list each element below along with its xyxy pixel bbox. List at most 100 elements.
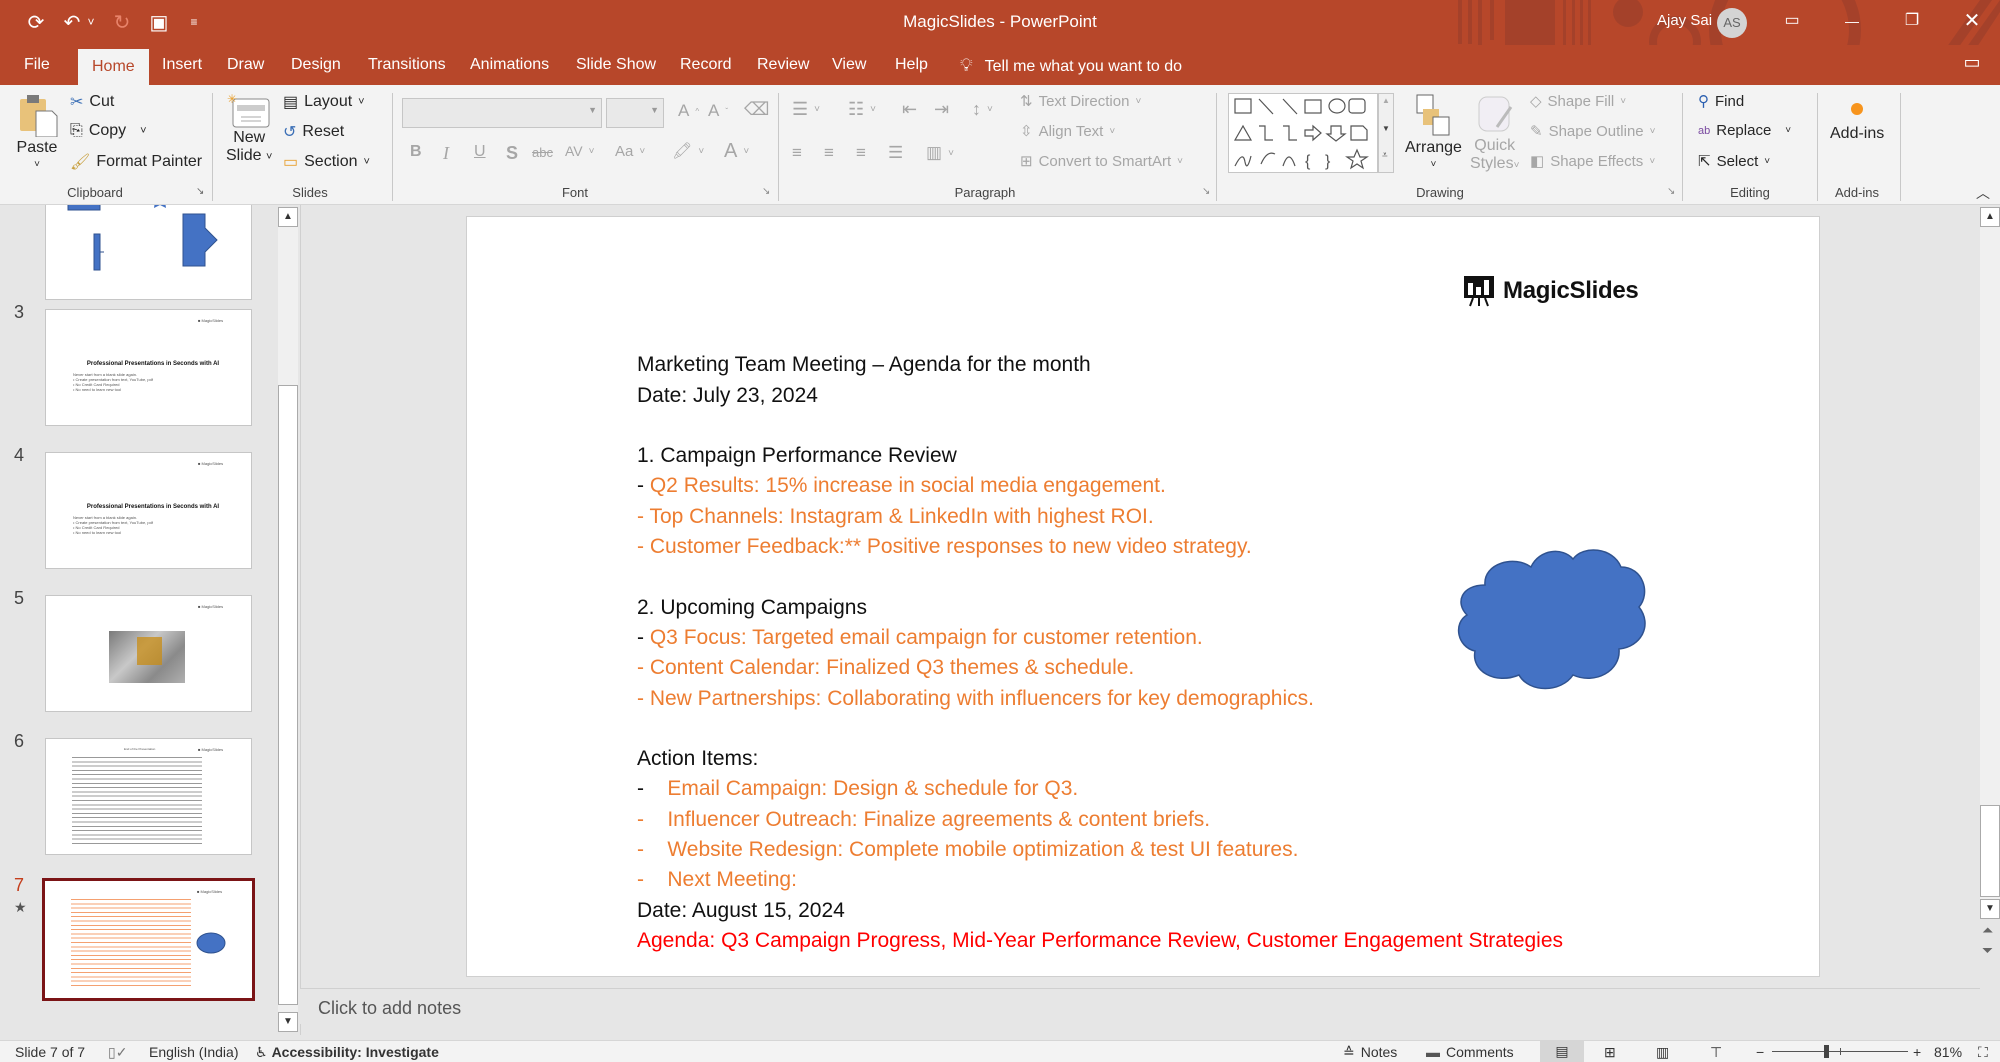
- tab-transitions[interactable]: Transitions: [358, 45, 456, 85]
- spelling-check-icon[interactable]: ▯✓: [108, 1044, 127, 1061]
- previous-slide-icon[interactable]: ⏶: [1982, 922, 1993, 939]
- zoom-in-button[interactable]: +: [1913, 1044, 1921, 1060]
- italic-button[interactable]: I: [443, 143, 449, 164]
- find-button[interactable]: ⚲ Find: [1698, 92, 1744, 111]
- user-name[interactable]: Ajay Sai: [1657, 12, 1712, 29]
- scroll-down-button[interactable]: ▼: [1980, 899, 2000, 919]
- increase-indent-button[interactable]: ⇥: [934, 99, 949, 120]
- shapes-gallery[interactable]: {}: [1228, 93, 1378, 173]
- cloud-shape[interactable]: [1455, 545, 1653, 691]
- accessibility-checker[interactable]: ♿︎ Accessibility: Investigate: [255, 1044, 439, 1061]
- slide-canvas[interactable]: MagicSlides Marketing Team Meeting – Age…: [466, 216, 1820, 977]
- text-direction-button[interactable]: ⇅ Text Direction ˅: [1020, 92, 1141, 111]
- convert-smartart-button[interactable]: ⊞ Convert to SmartArt ˅: [1020, 152, 1183, 171]
- comments-icon[interactable]: ▭: [1952, 47, 1992, 77]
- quick-styles-button[interactable]: Quick Styles˅: [1470, 93, 1519, 173]
- slide-sorter-button[interactable]: ⊞: [1604, 1044, 1616, 1061]
- slide-thumbnail-5[interactable]: ■ MagicSlides: [45, 595, 252, 712]
- bullets-button[interactable]: ☰ ˅: [792, 99, 820, 120]
- slide-thumbnail-6[interactable]: ■ MagicSlides End of the Presentation: [45, 738, 252, 855]
- reset-button[interactable]: ↺ Reset: [283, 122, 344, 142]
- columns-button[interactable]: ▥ ˅: [926, 143, 954, 163]
- shape-outline-button[interactable]: ✎ Shape Outline ˅: [1530, 122, 1656, 141]
- zoom-level[interactable]: 81%: [1934, 1044, 1962, 1060]
- font-color-button[interactable]: A ˅: [724, 140, 749, 163]
- decrease-indent-button[interactable]: ⇤: [902, 99, 917, 120]
- collapse-ribbon-icon[interactable]: ︿: [1976, 183, 1990, 203]
- numbering-button[interactable]: ☷ ˅: [848, 99, 876, 120]
- restore-button[interactable]: ❐: [1892, 6, 1932, 36]
- thumbnail-scrollbar[interactable]: ▲ ▼: [278, 207, 298, 1032]
- notes-pane[interactable]: Click to add notes: [300, 988, 1980, 1024]
- slide-text-box[interactable]: Marketing Team Meeting – Agenda for the …: [637, 320, 1563, 1017]
- replace-button[interactable]: ab Replace ˅: [1698, 122, 1791, 139]
- slide-thumbnail-4[interactable]: ■ MagicSlides Professional Presentations…: [45, 452, 252, 569]
- tab-animations[interactable]: Animations: [460, 45, 559, 85]
- increase-font-size-button[interactable]: A ^: [678, 101, 699, 121]
- strikethrough-button[interactable]: abc: [532, 145, 553, 160]
- paste-button[interactable]: Paste ˅: [16, 93, 58, 170]
- addins-button[interactable]: Add-ins: [1830, 103, 1884, 143]
- tab-review[interactable]: Review: [747, 45, 819, 85]
- zoom-slider-thumb[interactable]: [1823, 1045, 1829, 1058]
- user-avatar[interactable]: AS: [1717, 8, 1747, 38]
- slideshow-view-button[interactable]: ⊤: [1710, 1044, 1722, 1061]
- ribbon-display-options-icon[interactable]: ▭: [1772, 6, 1812, 36]
- shape-effects-button[interactable]: ◧ Shape Effects ˅: [1530, 152, 1655, 171]
- character-spacing-button[interactable]: AV ˅: [565, 143, 594, 159]
- change-case-button[interactable]: Aa ˅: [615, 143, 645, 160]
- scroll-thumb[interactable]: [278, 385, 298, 1005]
- arrange-button[interactable]: Arrange ˅: [1405, 93, 1462, 170]
- zoom-out-button[interactable]: −: [1756, 1044, 1764, 1060]
- select-button[interactable]: ⇱ Select ˅: [1698, 152, 1770, 171]
- scroll-up-button[interactable]: ▲: [1980, 207, 2000, 227]
- highlight-color-button[interactable]: 🖍︎ ˅: [672, 141, 704, 161]
- font-size-combo[interactable]: ▼: [606, 98, 664, 128]
- tab-design[interactable]: Design: [281, 45, 351, 85]
- text-shadow-button[interactable]: S: [506, 143, 518, 164]
- dialog-launcher-icon[interactable]: ↘: [1667, 186, 1675, 197]
- tab-help[interactable]: Help: [885, 45, 938, 85]
- language-indicator[interactable]: English (India): [149, 1044, 239, 1060]
- slide-scrollbar[interactable]: ▲ ▼: [1980, 207, 2000, 919]
- justify-button[interactable]: ☰: [888, 143, 903, 163]
- reading-view-button[interactable]: ▥: [1656, 1044, 1669, 1061]
- next-slide-icon[interactable]: ⏷: [1982, 942, 1993, 959]
- zoom-slider[interactable]: [1772, 1045, 1908, 1058]
- tab-slide-show[interactable]: Slide Show: [566, 45, 666, 85]
- layout-button[interactable]: ▤ Layout ˅: [283, 92, 365, 112]
- slide-thumbnail-7[interactable]: ■ MagicSlides: [42, 878, 255, 1001]
- scroll-thumb[interactable]: [1980, 805, 2000, 897]
- decrease-font-size-button[interactable]: Aˇ: [708, 101, 728, 121]
- font-name-combo[interactable]: ▼: [402, 98, 602, 128]
- tell-me-search[interactable]: 💡︎ Tell me what you want to do: [960, 45, 1182, 85]
- tab-draw[interactable]: Draw: [217, 45, 274, 85]
- fit-to-window-icon[interactable]: ⛶: [1978, 1044, 1988, 1061]
- normal-view-button[interactable]: ▤: [1540, 1041, 1584, 1062]
- dialog-launcher-icon[interactable]: ↘: [1202, 186, 1210, 197]
- line-spacing-button[interactable]: ↕ ˅: [972, 99, 993, 120]
- copy-button[interactable]: ⎘ Copy ˅: [70, 122, 147, 140]
- minimize-button[interactable]: —: [1832, 6, 1872, 36]
- slide-thumbnail-3[interactable]: ■ MagicSlides Professional Presentations…: [45, 309, 252, 426]
- comments-button[interactable]: ▬ Comments: [1426, 1044, 1514, 1060]
- tab-file[interactable]: File: [14, 45, 60, 85]
- align-left-button[interactable]: ≡: [792, 143, 802, 163]
- format-painter-button[interactable]: 🖌︎ Format Painter: [70, 152, 202, 172]
- shapes-gallery-scroll[interactable]: ▲ ▼ ⩡: [1378, 93, 1394, 173]
- notes-toggle-button[interactable]: ≙ Notes: [1343, 1044, 1397, 1061]
- slide-thumbnail-2[interactable]: [45, 205, 252, 300]
- clear-formatting-button[interactable]: ⌫: [744, 99, 769, 120]
- bold-button[interactable]: B: [410, 143, 422, 161]
- dialog-launcher-icon[interactable]: ↘: [762, 186, 770, 197]
- align-center-button[interactable]: ≡: [824, 143, 834, 163]
- tab-record[interactable]: Record: [670, 45, 742, 85]
- new-slide-button[interactable]: ✳ New Slide ˅: [226, 93, 272, 165]
- close-button[interactable]: ✕: [1952, 6, 1992, 36]
- align-right-button[interactable]: ≡: [856, 143, 866, 163]
- scroll-up-button[interactable]: ▲: [278, 207, 298, 227]
- scroll-down-button[interactable]: ▼: [278, 1012, 298, 1032]
- tab-home[interactable]: Home: [78, 49, 149, 85]
- tab-view[interactable]: View: [822, 45, 876, 85]
- cut-button[interactable]: ✂ Cut: [70, 92, 114, 112]
